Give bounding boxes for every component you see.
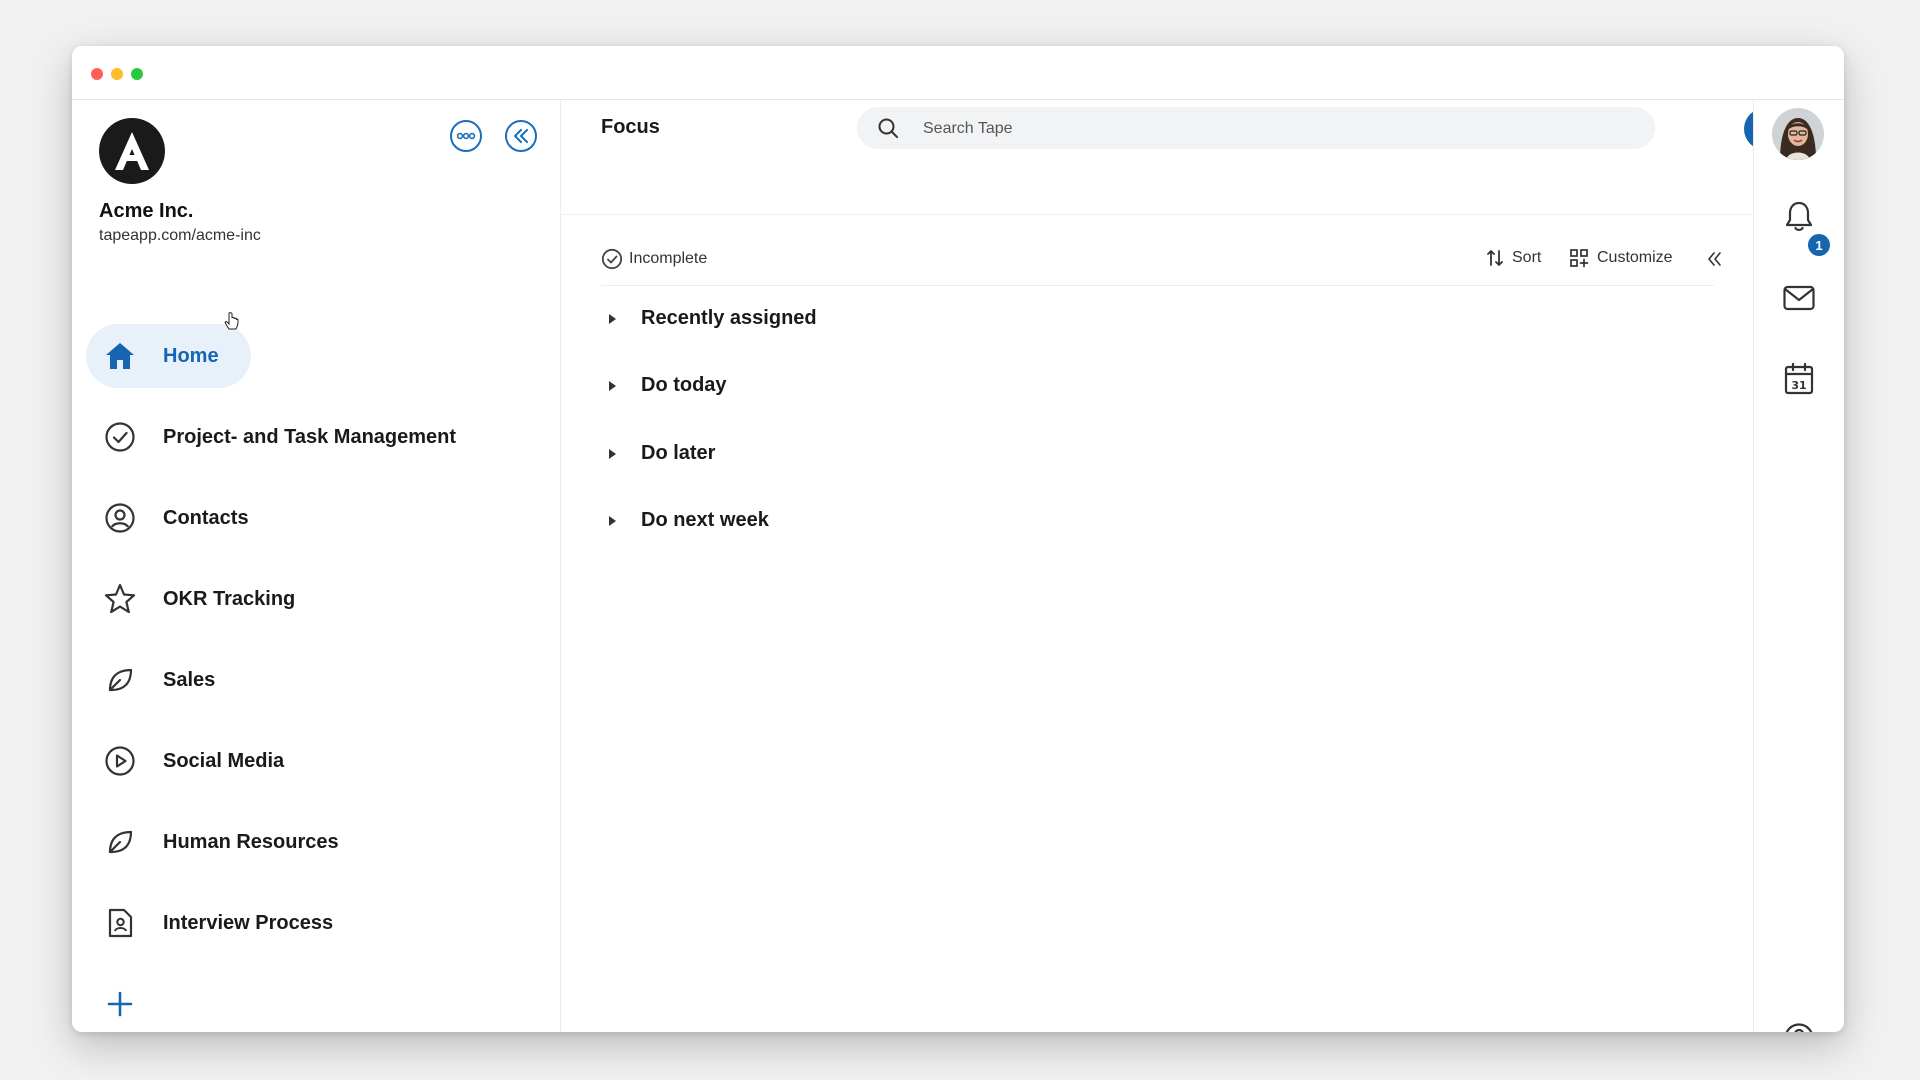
sidebar: Acme Inc. tapeapp.com/acme-inc Home Proj…	[72, 100, 561, 1032]
org-logo[interactable]	[99, 118, 165, 184]
customize-label: Customize	[1597, 249, 1673, 266]
caret-right-icon	[609, 313, 616, 324]
sidebar-item-label: Social Media	[163, 749, 285, 772]
document-user-icon	[102, 905, 138, 941]
group-do-next-week[interactable]: Do next week	[609, 509, 769, 532]
more-options-button[interactable]	[450, 120, 482, 152]
search-icon	[877, 117, 899, 144]
group-do-later[interactable]: Do later	[609, 442, 715, 465]
user-avatar-image	[1772, 108, 1824, 160]
calendar-icon: 31	[1784, 362, 1814, 395]
sidebar-item-label: Home	[163, 344, 219, 367]
sort-label: Sort	[1512, 249, 1542, 266]
group-recently-assigned[interactable]: Recently assigned	[609, 307, 817, 330]
bell-icon	[1785, 201, 1813, 231]
sidebar-item-human-resources[interactable]: Human Resources	[86, 810, 371, 874]
search-input[interactable]	[921, 107, 1625, 151]
header-divider	[561, 214, 1754, 215]
plus-icon	[107, 991, 133, 1017]
group-do-today[interactable]: Do today	[609, 374, 727, 397]
double-chevron-left-icon	[1708, 252, 1721, 266]
sidebar-item-interview-process[interactable]: Interview Process	[86, 891, 365, 955]
caret-right-icon	[609, 448, 616, 459]
search-bar[interactable]	[857, 107, 1655, 151]
filter-toolbar: Incomplete Sort Customize	[601, 240, 1721, 280]
title-bar	[72, 46, 1844, 100]
group-label: Do next week	[641, 509, 769, 531]
org-logo-mark	[115, 132, 149, 170]
minimize-window-button[interactable]	[111, 68, 123, 80]
customize-button[interactable]: Customize	[1569, 248, 1673, 268]
more-icon	[456, 132, 476, 140]
sort-button[interactable]: Sort	[1486, 248, 1541, 268]
calendar-day-text: 31	[1791, 379, 1806, 392]
sidebar-item-sales[interactable]: Sales	[86, 648, 247, 712]
caret-right-icon	[609, 380, 616, 391]
collapse-panel-button[interactable]	[1706, 251, 1722, 267]
help-button[interactable]	[1781, 1020, 1817, 1032]
right-rail: 1 31	[1753, 100, 1844, 1032]
sidebar-item-okr-tracking[interactable]: OKR Tracking	[86, 567, 327, 631]
check-circle-icon	[102, 419, 138, 455]
group-label: Recently assigned	[641, 307, 817, 329]
sidebar-item-label: Human Resources	[163, 830, 339, 853]
caret-right-icon	[609, 515, 616, 526]
play-circle-icon	[102, 743, 138, 779]
sidebar-item-social-media[interactable]: Social Media	[86, 729, 316, 793]
leaf-icon	[102, 824, 138, 860]
check-circle-icon	[601, 248, 623, 270]
org-name: Acme Inc.	[99, 200, 194, 222]
notifications-button[interactable]	[1781, 198, 1817, 234]
status-filter[interactable]: Incomplete	[601, 248, 707, 270]
filter-divider	[601, 285, 1714, 286]
mail-icon	[1783, 285, 1815, 311]
star-icon	[102, 581, 138, 617]
page-title: Focus	[601, 116, 660, 138]
calendar-button[interactable]: 31	[1781, 361, 1817, 397]
sidebar-item-label: OKR Tracking	[163, 587, 296, 610]
maximize-window-button[interactable]	[131, 68, 143, 80]
notification-count-badge: 1	[1806, 232, 1832, 258]
help-icon	[1785, 1023, 1813, 1032]
sidebar-item-label: Sales	[163, 668, 216, 691]
close-window-button[interactable]	[91, 68, 103, 80]
group-label: Do today	[641, 374, 727, 396]
grid-plus-icon	[1570, 249, 1589, 268]
collapse-sidebar-button[interactable]	[505, 120, 537, 152]
mouse-cursor-icon	[224, 312, 240, 337]
home-icon	[102, 338, 138, 374]
sidebar-item-label: Interview Process	[163, 911, 334, 934]
user-circle-icon	[102, 500, 138, 536]
sidebar-item-project-task-management[interactable]: Project- and Task Management	[86, 405, 488, 469]
sidebar-item-label: Project- and Task Management	[163, 425, 457, 448]
avatar[interactable]	[1772, 108, 1824, 160]
leaf-icon	[102, 662, 138, 698]
double-chevron-left-icon	[514, 129, 528, 143]
status-filter-label: Incomplete	[629, 250, 708, 267]
sidebar-item-label: Contacts	[163, 506, 249, 529]
sidebar-item-contacts[interactable]: Contacts	[86, 486, 281, 550]
inbox-button[interactable]	[1781, 280, 1817, 316]
org-url: tapeapp.com/acme-inc	[99, 227, 261, 244]
sort-icon	[1487, 250, 1503, 266]
main-content: Focus Incomplete	[561, 100, 1786, 1032]
add-workspace-button[interactable]	[102, 986, 138, 1022]
app-window: Acme Inc. tapeapp.com/acme-inc Home Proj…	[72, 46, 1844, 1032]
group-label: Do later	[641, 442, 716, 464]
